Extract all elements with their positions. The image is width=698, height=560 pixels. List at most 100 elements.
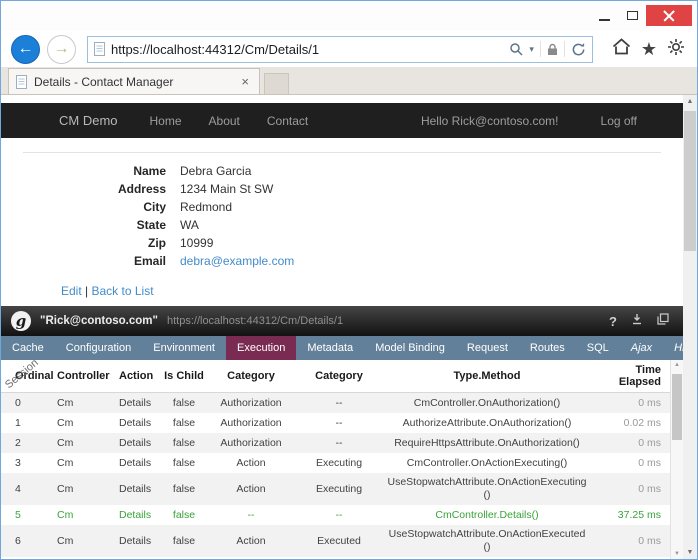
field-value-address: 1234 Main St SW [180, 182, 274, 196]
browser-window: ← → https://localhost:44312/Cm/Details/1… [0, 0, 698, 560]
cell-time-elapsed: 0 ms [638, 535, 661, 547]
glimpse-tab-configuration[interactable]: Configuration [55, 336, 142, 360]
tab-close-icon[interactable]: × [238, 74, 252, 89]
table-row[interactable]: 2 Cm Details false Authorization -- Requ… [1, 433, 683, 453]
cell-type-method: UseStopwatchAttribute.OnActionExecuted() [388, 528, 586, 553]
execution-table-body: 0 Cm Details false Authorization -- CmCo… [1, 393, 683, 557]
glimpse-tab-execution[interactable]: Execution [226, 336, 297, 360]
forward-arrow-icon: → [53, 40, 70, 57]
glimpse-tab-environment[interactable]: Environment [142, 336, 226, 360]
scrollbar-thumb[interactable] [684, 111, 696, 251]
popout-window-icon[interactable] [657, 312, 669, 330]
cell-type-method: CmController.OnAuthorization() [413, 396, 561, 409]
header-action: Action [119, 370, 154, 382]
user-greeting-link[interactable]: Hello Rick@contoso.com! [421, 114, 559, 128]
back-to-list-link[interactable]: Back to List [92, 284, 154, 298]
settings-gear-icon[interactable] [667, 38, 685, 61]
table-row[interactable]: 4 Cm Details false Action Executing UseS… [1, 473, 683, 505]
glimpse-user: "Rick@contoso.com" [40, 315, 158, 327]
detail-actions: Edit | Back to List [61, 284, 683, 298]
minimize-button[interactable] [590, 5, 618, 26]
page-scrollbar[interactable]: ▲ ▼ [683, 95, 697, 559]
scrollbar-thumb[interactable] [672, 374, 682, 440]
action-separator: | [85, 284, 89, 298]
email-link[interactable]: debra@example.com [180, 255, 294, 268]
scroll-down-icon[interactable]: ▼ [671, 551, 683, 557]
home-icon[interactable] [612, 38, 631, 60]
cell-time-elapsed: 0.02 ms [623, 417, 661, 429]
browser-tab[interactable]: Details - Contact Manager × [8, 68, 260, 94]
table-row[interactable]: 0 Cm Details false Authorization -- CmCo… [1, 393, 683, 413]
divider [563, 41, 565, 57]
page-viewport: CM Demo Home About Contact Hello Rick@co… [1, 95, 697, 559]
site-navbar: CM Demo Home About Contact Hello Rick@co… [1, 103, 683, 138]
table-row[interactable]: 5 Cm Details false -- -- CmController.De… [1, 505, 683, 525]
cell-action: Details [119, 457, 152, 469]
refresh-icon[interactable] [571, 42, 586, 57]
tab-bar: Details - Contact Manager × [1, 67, 697, 95]
search-icon[interactable] [509, 42, 523, 56]
nav-link-about[interactable]: About [209, 114, 240, 128]
table-row[interactable]: 1 Cm Details false Authorization -- Auth… [1, 413, 683, 433]
scroll-down-icon[interactable]: ▼ [683, 549, 697, 556]
nav-right: Hello Rick@contoso.com! Log off [421, 114, 637, 128]
glimpse-tab-metadata[interactable]: Metadata [296, 336, 364, 360]
edit-link[interactable]: Edit [61, 284, 82, 298]
brand-link[interactable]: CM Demo [59, 113, 118, 128]
field-label: State [136, 218, 166, 232]
lock-icon[interactable] [547, 43, 558, 56]
cell-controller: Cm [57, 483, 74, 495]
export-icon[interactable] [631, 312, 643, 330]
close-button[interactable] [646, 5, 692, 26]
nav-link-home[interactable]: Home [150, 114, 182, 128]
field-label: Email [133, 254, 166, 268]
logoff-link[interactable]: Log off [601, 114, 637, 128]
forward-button[interactable]: → [47, 34, 76, 64]
cell-category-1: Action [236, 457, 266, 469]
table-row[interactable]: 6 Cm Details false Action Executed UseSt… [1, 525, 683, 557]
new-tab-button[interactable] [264, 73, 289, 94]
help-icon[interactable]: ? [609, 314, 617, 329]
scroll-up-icon[interactable]: ▲ [671, 362, 683, 368]
back-button[interactable]: ← [11, 34, 40, 64]
cell-is-child: false [172, 535, 196, 547]
table-row[interactable]: 3 Cm Details false Action Executing CmCo… [1, 453, 683, 473]
glimpse-tab-cache[interactable]: Cache [1, 336, 55, 360]
cell-time-elapsed: 37.25 ms [617, 509, 661, 521]
cell-action: Details [119, 417, 152, 429]
glimpse-tab-ajax[interactable]: Ajax [620, 336, 663, 360]
maximize-button[interactable] [618, 5, 646, 26]
cell-action: Details [119, 509, 152, 521]
page-icon [94, 42, 105, 56]
cell-time-elapsed: 0 ms [638, 437, 661, 449]
glimpse-scrollbar[interactable]: ▲ ▼ [670, 360, 683, 559]
cell-action: Details [119, 437, 152, 449]
nav-link-contact[interactable]: Contact [267, 114, 308, 128]
favorites-star-icon[interactable]: ★ [641, 40, 657, 58]
glimpse-tab-model-binding[interactable]: Model Binding [364, 336, 456, 360]
title-bar [1, 1, 697, 31]
cell-ordinal: 1 [15, 417, 21, 429]
scroll-up-icon[interactable]: ▲ [683, 98, 697, 105]
glimpse-tab-request[interactable]: Request [456, 336, 519, 360]
cell-type-method: UseStopwatchAttribute.OnActionExecuting(… [387, 476, 587, 501]
cell-type-method: RequireHttpsAttribute.OnAuthorization() [394, 436, 580, 449]
glimpse-tab-history[interactable]: History [663, 336, 683, 360]
cell-is-child: false [172, 457, 196, 469]
chevron-down-icon[interactable]: ▾ [529, 44, 534, 55]
cell-type-method: CmController.Details() [435, 508, 539, 521]
cell-controller: Cm [57, 437, 74, 449]
url-field[interactable]: https://localhost:44312/Cm/Details/1 [111, 42, 503, 57]
cell-category-2: -- [335, 509, 343, 521]
address-bar[interactable]: https://localhost:44312/Cm/Details/1 ▾ [87, 35, 593, 63]
header-time-elapsed: Time Elapsed [618, 364, 661, 388]
glimpse-tab-routes[interactable]: Routes [519, 336, 576, 360]
cell-category-1: Action [236, 483, 266, 495]
close-icon [663, 10, 675, 22]
window-controls [590, 5, 692, 26]
header-category-2: Category [315, 370, 363, 382]
header-is-child: Is Child [164, 370, 204, 382]
glimpse-logo-icon[interactable]: g [11, 311, 31, 331]
field-value-zip: 10999 [180, 236, 214, 250]
glimpse-tab-sql[interactable]: SQL [576, 336, 620, 360]
